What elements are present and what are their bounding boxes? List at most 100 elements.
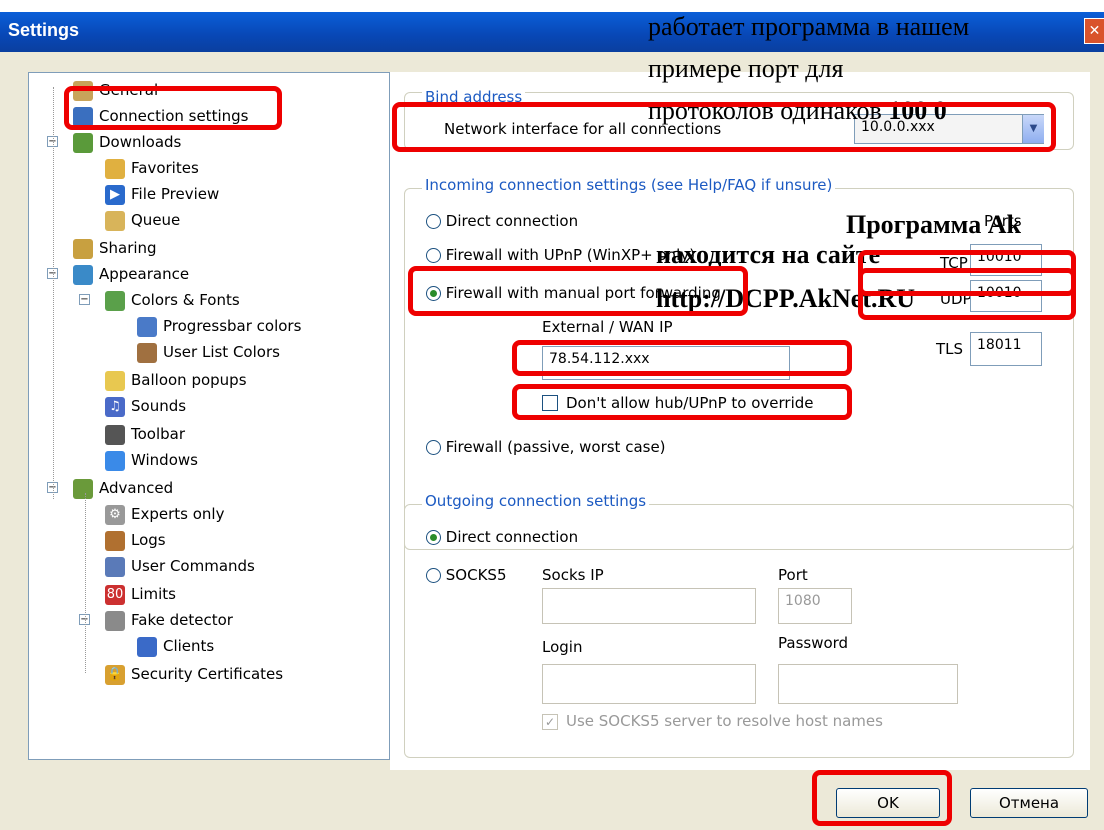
tree-item-label: User Commands	[131, 557, 255, 575]
radio-button[interactable]	[426, 568, 441, 583]
checkmark-icon[interactable]: ✓	[542, 714, 558, 730]
tls-port-input[interactable]: 18011	[970, 332, 1042, 366]
overlay-line-2: примере порт для	[648, 54, 844, 83]
tree-item-label: Favorites	[131, 159, 199, 177]
tree-line	[85, 493, 86, 673]
socks-port-input[interactable]: 1080	[778, 588, 852, 624]
close-icon[interactable]: ✕	[1084, 18, 1104, 44]
tree-item-label: Sharing	[99, 239, 157, 257]
password-input[interactable]	[778, 664, 958, 704]
folder-icon	[105, 158, 125, 179]
sharing-icon	[73, 238, 93, 259]
tls-label: TLS	[936, 340, 964, 358]
radio-button-selected[interactable]	[426, 530, 441, 545]
tree-item-colors-fonts[interactable]: Colors & Fonts	[105, 287, 240, 313]
cancel-button[interactable]: Отмена	[970, 788, 1088, 818]
tree-item-label: Progressbar colors	[163, 317, 302, 335]
tree-item-file-preview[interactable]: ▶ File Preview	[105, 181, 219, 207]
socks-ip-input[interactable]	[542, 588, 756, 624]
tree-item-windows[interactable]: Windows	[105, 447, 198, 473]
highlight-manual-port	[408, 266, 748, 316]
tree-item-queue[interactable]: Queue	[105, 207, 180, 233]
tree-item-appearance[interactable]: Appearance	[73, 261, 189, 287]
highlight-external-ip	[512, 340, 852, 376]
tree-item-label: Logs	[131, 531, 166, 549]
tree-item-label: Security Certificates	[131, 665, 284, 683]
tree-item-user-commands[interactable]: User Commands	[105, 553, 255, 579]
radio-button[interactable]	[426, 214, 441, 229]
tree-item-label: Colors & Fonts	[131, 291, 240, 309]
tree-item-limits[interactable]: 80 Limits	[105, 581, 176, 607]
tree-item-fake-detector[interactable]: Fake detector	[105, 607, 233, 633]
overlay-line-4: Программа Ak	[846, 210, 1021, 239]
tree-item-label: Advanced	[99, 479, 174, 497]
tls-port-value: 18011	[977, 337, 1022, 353]
advanced-icon	[73, 478, 93, 499]
tree-item-security-certificates[interactable]: 🔒 Security Certificates	[105, 661, 283, 687]
commands-icon	[105, 556, 125, 577]
password-label: Password	[778, 634, 849, 652]
socks-port-value: 1080	[785, 593, 821, 609]
tree-item-label: Toolbar	[131, 425, 186, 443]
outgoing-socks5-option[interactable]: SOCKS5	[426, 566, 506, 584]
detector-icon	[105, 610, 125, 631]
gear-icon: ⚙	[105, 504, 125, 525]
tree-item-label: User List Colors	[163, 343, 280, 361]
clients-icon	[137, 636, 157, 657]
incoming-group-label: Incoming connection settings (see Help/F…	[422, 176, 836, 194]
play-icon: ▶	[105, 184, 125, 205]
tree-item-logs[interactable]: Logs	[105, 527, 166, 553]
tree-item-label: Sounds	[131, 397, 187, 415]
login-input[interactable]	[542, 664, 756, 704]
colors-icon	[105, 290, 125, 311]
resolve-label: Use SOCKS5 server to resolve host names	[566, 712, 883, 730]
radio-button[interactable]	[426, 248, 441, 263]
outgoing-direct-option[interactable]: Direct connection	[426, 528, 578, 546]
toolbar-icon	[105, 424, 125, 445]
external-ip-label: External / WAN IP	[542, 318, 673, 336]
tree-item-label: Clients	[163, 637, 215, 655]
tree-item-balloon-popups[interactable]: Balloon popups	[105, 367, 247, 393]
window-title: Settings	[8, 20, 80, 40]
highlight-udp-port	[858, 268, 1076, 320]
highlight-connection-settings	[64, 86, 282, 130]
tree-item-label: Fake detector	[131, 611, 233, 629]
tree-line	[53, 87, 54, 499]
lock-icon: 🔒	[105, 664, 125, 685]
note-icon: ♫	[105, 396, 125, 417]
tree-item-label: Queue	[131, 211, 181, 229]
tree-item-downloads[interactable]: Downloads	[73, 129, 181, 155]
overlay-line-1: работает программа в нашем	[648, 12, 970, 41]
incoming-passive-option[interactable]: Firewall (passive, worst case)	[426, 438, 666, 456]
tree-item-experts-only[interactable]: ⚙ Experts only	[105, 501, 224, 527]
balloon-icon	[105, 370, 125, 391]
tree-item-sharing[interactable]: Sharing	[73, 235, 157, 261]
incoming-direct-label: Direct connection	[445, 212, 579, 230]
tree-item-clients[interactable]: Clients	[137, 633, 214, 659]
tree-item-label: Limits	[131, 585, 176, 603]
tree-item-label: Balloon popups	[131, 371, 247, 389]
incoming-upnp-option[interactable]: Firewall with UPnP (WinXP+ only)	[426, 246, 695, 264]
outgoing-group-label: Outgoing connection settings	[422, 492, 650, 510]
tree-item-favorites[interactable]: Favorites	[105, 155, 199, 181]
socks-ip-label: Socks IP	[542, 566, 604, 584]
tree-item-label: Appearance	[99, 265, 190, 283]
queue-icon	[105, 210, 125, 231]
tree-item-user-list-colors[interactable]: User List Colors	[137, 339, 280, 365]
tree-item-sounds[interactable]: ♫ Sounds	[105, 393, 186, 419]
radio-button[interactable]	[426, 440, 441, 455]
tree-item-advanced[interactable]: Advanced	[73, 475, 173, 501]
settings-tree[interactable]: General Connection settings Downloads Favor…	[28, 72, 390, 760]
tree-item-label: Experts only	[131, 505, 225, 523]
outgoing-direct-label: Direct connection	[445, 528, 579, 546]
highlight-bind-address	[392, 102, 1056, 152]
limit-icon: 80	[105, 584, 125, 605]
tree-item-progressbar-colors[interactable]: Progressbar colors	[137, 313, 301, 339]
collapse-icon[interactable]: −	[79, 294, 90, 305]
tree-item-label: Windows	[131, 451, 198, 469]
appearance-icon	[73, 264, 93, 285]
logs-icon	[105, 530, 125, 551]
incoming-direct-option[interactable]: Direct connection	[426, 212, 578, 230]
tree-item-toolbar[interactable]: Toolbar	[105, 421, 185, 447]
socks-port-label: Port	[778, 566, 808, 584]
